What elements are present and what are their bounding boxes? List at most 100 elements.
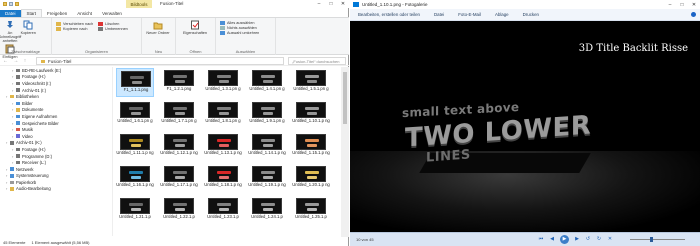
expand-chevron-icon[interactable]: › bbox=[12, 154, 15, 159]
first-icon[interactable]: ⏮ bbox=[538, 236, 544, 242]
rotate-left-icon[interactable]: ↺ bbox=[585, 236, 591, 242]
file-thumbnail-item[interactable]: Untitled_1.16.1.p ng bbox=[116, 164, 154, 193]
maximize-icon[interactable]: □ bbox=[325, 0, 337, 8]
bildtools-context-tab[interactable]: Bildtools bbox=[126, 0, 152, 8]
folder-icon[interactable] bbox=[3, 2, 7, 6]
select-all-button[interactable]: Alles auswählen bbox=[220, 21, 259, 25]
minimize-icon[interactable]: – bbox=[313, 0, 325, 8]
vertical-scrollbar[interactable] bbox=[341, 67, 349, 237]
file-thumbnail-item[interactable]: Untitled_1.23.1.p bbox=[204, 196, 242, 225]
file-thumbnail-item[interactable]: Untitled_1.10.1.p ng bbox=[292, 100, 330, 129]
file-thumbnail-item[interactable]: Untitled_1.22.1.p bbox=[160, 196, 198, 225]
expand-chevron-icon[interactable]: › bbox=[12, 88, 15, 93]
file-thumbnail-item[interactable]: Untitled_1.21.1.p bbox=[116, 196, 154, 225]
expand-chevron-icon[interactable]: › bbox=[6, 173, 9, 178]
file-thumbnail-item[interactable]: Untitled_1.25.1.p bbox=[292, 196, 330, 225]
file-thumbnail-item[interactable]: Untitled_1.9.1.pn g bbox=[248, 100, 286, 129]
expand-chevron-icon[interactable]: › bbox=[6, 180, 9, 185]
rename-button[interactable]: Umbenennen bbox=[98, 27, 128, 31]
properties-button[interactable]: Eigenschaften bbox=[178, 20, 212, 35]
tab-verwalten[interactable]: Verwalten bbox=[97, 10, 127, 17]
minimize-icon[interactable]: – bbox=[664, 0, 676, 9]
file-thumbnail-item[interactable]: F1_1.1.1.png bbox=[116, 68, 154, 97]
expand-chevron-icon[interactable]: › bbox=[6, 94, 9, 99]
print-menu[interactable]: Drucken bbox=[523, 12, 539, 17]
file-thumbnail-item[interactable]: Untitled_1.20.1.p ng bbox=[292, 164, 330, 193]
navigation-arrows[interactable]: ← → ↑ bbox=[3, 58, 28, 64]
expand-chevron-icon[interactable]: › bbox=[12, 114, 15, 119]
copy-to-button[interactable]: Kopieren nach bbox=[56, 27, 93, 31]
delete-button[interactable]: Löschen bbox=[98, 22, 128, 26]
expand-chevron-icon[interactable]: › bbox=[12, 121, 15, 126]
copy-button[interactable]: Kopieren bbox=[20, 20, 36, 35]
nav-item[interactable]: › BD-RE-Laufwerk (E:) bbox=[0, 67, 112, 74]
move-to-button[interactable]: Verschieben nach bbox=[56, 22, 93, 26]
nav-item[interactable]: › Video bbox=[0, 133, 112, 140]
search-input[interactable]: „Fusion-Titel“ durchsuchen bbox=[288, 57, 346, 65]
delete-icon[interactable]: ✕ bbox=[607, 236, 613, 242]
nav-item[interactable]: › Musik bbox=[0, 126, 112, 133]
expand-chevron-icon[interactable]: › bbox=[12, 101, 15, 106]
zoom-slider-track[interactable] bbox=[630, 239, 685, 240]
nav-item[interactable]: › Archiv-01 (I:) bbox=[0, 87, 112, 94]
properties-icon[interactable] bbox=[9, 2, 13, 6]
slideshow-play-icon[interactable]: ▶ bbox=[560, 235, 569, 244]
close-icon[interactable]: ✕ bbox=[337, 0, 349, 8]
scrollbar-thumb[interactable] bbox=[343, 72, 347, 124]
rotate-right-icon[interactable]: ↻ bbox=[596, 236, 602, 242]
previous-icon[interactable]: ◀ bbox=[549, 236, 555, 242]
close-icon[interactable]: ✕ bbox=[688, 0, 700, 9]
file-thumbnail-item[interactable]: Untitled_1.18.1.p ng bbox=[204, 164, 242, 193]
nav-item[interactable]: › Programme (D:) bbox=[0, 153, 112, 160]
expand-chevron-icon[interactable]: › bbox=[12, 147, 15, 152]
file-thumbnail-item[interactable]: Untitled_1.3.1.pn g bbox=[204, 68, 242, 97]
nav-item[interactable]: › Receiver (L:) bbox=[0, 159, 112, 166]
nav-item[interactable]: › Videoschnitt (I:) bbox=[0, 80, 112, 87]
new-folder-icon[interactable] bbox=[15, 2, 19, 6]
expand-chevron-icon[interactable]: › bbox=[12, 68, 15, 73]
help-icon[interactable] bbox=[691, 12, 696, 17]
nav-item[interactable]: › Archiv-01 (K:) bbox=[0, 140, 112, 147]
archive-menu[interactable]: Ablage bbox=[495, 12, 509, 17]
nav-item[interactable]: › Dokumente bbox=[0, 107, 112, 114]
tab-start[interactable]: Start bbox=[20, 9, 43, 17]
zoom-slider-knob[interactable] bbox=[650, 237, 653, 242]
file-thumbnail-item[interactable]: Untitled_1.11.1.p ng bbox=[116, 132, 154, 161]
next-icon[interactable]: ▶ bbox=[574, 236, 580, 242]
file-thumbnail-item[interactable]: Untitled_1.15.1.p ng bbox=[292, 132, 330, 161]
select-none-button[interactable]: Nichts auswählen bbox=[220, 26, 259, 30]
expand-chevron-icon[interactable]: › bbox=[12, 74, 15, 79]
breadcrumb[interactable]: Fusion-Titel bbox=[48, 59, 71, 64]
nav-item[interactable]: › Systemsteuerung bbox=[0, 173, 112, 180]
expand-chevron-icon[interactable]: › bbox=[12, 81, 15, 86]
edit-create-share-menu[interactable]: Bearbeiten, erstellen oder teilen bbox=[358, 12, 420, 17]
file-menu[interactable]: Datei bbox=[434, 12, 444, 17]
file-thumbnail-item[interactable]: Untitled_1.6.1.pn g bbox=[116, 100, 154, 129]
nav-item[interactable]: › Audio-Bearbeitung bbox=[0, 186, 112, 193]
expand-chevron-icon[interactable]: › bbox=[6, 140, 9, 145]
expand-chevron-icon[interactable]: › bbox=[12, 134, 15, 139]
invert-selection-button[interactable]: Auswahl umkehren bbox=[220, 31, 259, 35]
file-thumbnail-item[interactable]: Untitled_1.4.1.pn g bbox=[248, 68, 286, 97]
file-thumbnail-item[interactable]: Untitled_1.13.1.p ng bbox=[204, 132, 242, 161]
maximize-icon[interactable]: □ bbox=[676, 0, 688, 9]
expand-chevron-icon[interactable]: › bbox=[6, 167, 9, 172]
file-thumbnail-item[interactable]: Untitled_1.5.1.pn g bbox=[292, 68, 330, 97]
tab-datei[interactable]: Datei bbox=[0, 10, 21, 17]
nav-item[interactable]: › Bilder bbox=[0, 100, 112, 107]
photo-email-button[interactable]: Foto-E-Mail bbox=[458, 12, 481, 17]
expand-chevron-icon[interactable]: › bbox=[6, 186, 9, 191]
expand-chevron-icon[interactable]: › bbox=[12, 160, 15, 165]
file-thumbnail-item[interactable]: Untitled_1.7.1.pn g bbox=[160, 100, 198, 129]
pin-quick-access-button[interactable]: An Schnellzugriff anheften bbox=[0, 20, 21, 44]
expand-chevron-icon[interactable]: › bbox=[12, 127, 15, 132]
file-thumbnail-item[interactable]: Untitled_1.12.1.p ng bbox=[160, 132, 198, 161]
file-thumbnail-item[interactable]: Untitled_1.8.1.pn g bbox=[204, 100, 242, 129]
nav-item[interactable]: › Footage (H:) bbox=[0, 146, 112, 153]
nav-item[interactable]: › Papierkorb bbox=[0, 179, 112, 186]
file-thumbnail-item[interactable]: Untitled_1.14.1.p ng bbox=[248, 132, 286, 161]
file-thumbnail-item[interactable]: Untitled_1.19.1.p ng bbox=[248, 164, 286, 193]
tab-ansicht[interactable]: Ansicht bbox=[72, 10, 97, 17]
nav-item[interactable]: › Netzwerk bbox=[0, 166, 112, 173]
nav-item[interactable]: › Bibliotheken bbox=[0, 93, 112, 100]
